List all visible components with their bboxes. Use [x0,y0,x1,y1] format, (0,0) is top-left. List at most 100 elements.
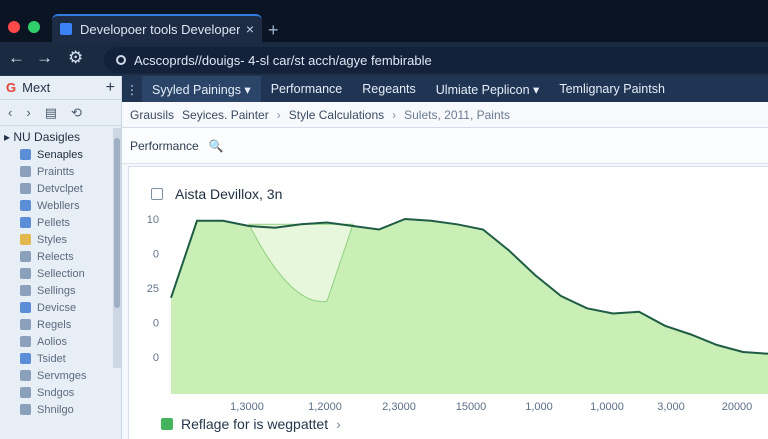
file-icon [20,183,31,194]
forward-icon[interactable]: → [36,48,53,68]
tree-item-label: Sellings [37,284,76,297]
x-tick-label: 1,2000 [308,401,342,413]
performance-label: Performance [130,138,199,153]
tree-item[interactable]: Shnilgo [0,401,121,418]
tree-item[interactable]: Relects [0,248,121,265]
legend-label: Reflage for is wegpattet [181,416,329,432]
tree-item-label: Senaples [37,148,83,161]
breadcrumb-separator: › [276,107,281,122]
file-icon [20,387,31,398]
tree-item-label: Sndgos [37,386,75,399]
browser-titlebar: Developoer tools Developert tt × + [0,0,768,42]
sidebar-scrollbar[interactable] [113,128,121,368]
more-tabs-icon[interactable]: ⋮ [122,82,142,97]
file-icon [20,268,31,279]
file-icon [20,217,31,228]
breadcrumb-item[interactable]: Seyices. Painter [182,108,269,122]
tree-item[interactable]: Aolios [0,333,121,350]
tree-item[interactable]: Regels [0,316,121,333]
tree-item-label: Sellection [37,267,85,280]
tree-item[interactable]: Webllers [0,197,121,214]
tree-item[interactable]: Detvclpet [0,180,121,197]
tree-item[interactable]: Tsidet [0,350,121,367]
file-icon [20,234,31,245]
tree-item[interactable]: Servmges [0,367,121,384]
file-icon [20,285,31,296]
file-icon [20,166,31,177]
tree-item-label: Relects [37,250,74,263]
x-tick-label: 1,000 [525,401,553,413]
chevron-right-icon[interactable]: › [336,416,341,432]
file-icon [20,404,31,415]
tree-item[interactable]: Sellings [0,282,121,299]
chevron-left-icon[interactable]: ‹ [8,105,12,120]
chevron-right-icon[interactable]: › [26,105,30,120]
file-tree: Senaples Praintts Detvclpet Webllers Pellets… [0,146,121,418]
tree-item[interactable]: Senaples [0,146,121,163]
panel-tabs: ⋮ Syyled Painings ▾ Performance Regeants… [122,76,768,102]
new-tab-button[interactable]: + [268,20,279,41]
devtools-panel: G Mext + ‹ › ▤ ⟲ ▸ NU Dasigles Senaples P… [0,76,768,439]
panel-icon[interactable]: ▤ [45,105,57,121]
file-icon [20,336,31,347]
refresh-icon[interactable]: ⟲ [71,105,82,121]
tree-root[interactable]: ▸ NU Dasigles [0,126,121,146]
tab-title: Developoer tools Developert tt [80,21,240,37]
sidebar-title: Mext [22,80,51,95]
breadcrumb-item[interactable]: Sulets, 2011, Paints [404,108,510,122]
google-logo-icon: G [6,80,17,95]
chart-checkbox[interactable] [151,188,163,200]
y-tick-label: 0 [153,249,159,261]
tab-regeants[interactable]: Regeants [352,76,426,102]
chart-checkbox-row[interactable]: Aista Devillox, 3n [151,186,282,202]
url-text: Acscoprds//douigs- 4-sl car/st acch/agye… [134,52,432,68]
tab-temlignary-paintsh[interactable]: Temlignary Paintsh [549,76,675,102]
tab-close-icon[interactable]: × [246,21,254,37]
back-icon[interactable]: ← [8,48,25,68]
devtools-favicon-icon [60,23,72,35]
tree-root-label: NU Dasigles [13,130,81,144]
tree-item-label: Shnilgo [37,403,74,416]
chart-title: Aista Devillox, 3n [175,186,283,202]
tree-item[interactable]: Sndgos [0,384,121,401]
y-tick-label: 25 [147,283,159,295]
tree-item-label: Praintts [37,165,75,178]
tab-performance[interactable]: Performance [261,76,353,102]
close-window-button[interactable] [8,21,20,33]
file-icon [20,353,31,364]
tab-ulmiate-peplicon[interactable]: Ulmiate Peplicon ▾ [426,76,550,102]
tree-item[interactable]: Sellection [0,265,121,282]
sidebar-toolbar: ‹ › ▤ ⟲ [0,100,121,126]
chart-legend[interactable]: Reflage for is wegpattet › [161,416,341,432]
file-icon [20,251,31,262]
scrollbar-thumb[interactable] [114,138,120,308]
browser-tab[interactable]: Developoer tools Developert tt × [52,14,262,42]
x-tick-label: 20000 [722,401,753,413]
file-icon [20,200,31,211]
tree-item[interactable]: Styles [0,231,121,248]
tree-item-label: Pellets [37,216,71,229]
breadcrumb-separator: › [392,107,397,122]
breadcrumb: Grausils Seyices. Painter › Style Calcul… [122,102,768,128]
tab-styled-paintings[interactable]: Syyled Painings ▾ [142,76,261,102]
search-icon[interactable]: 🔍 [209,139,224,153]
settings-gear-icon[interactable]: ⚙ [68,48,83,68]
breadcrumb-item[interactable]: Style Calculations [289,108,384,122]
site-info-icon[interactable] [116,55,126,65]
performance-toolbar: Performance 🔍 [122,128,768,164]
tree-item[interactable]: Praintts [0,163,121,180]
address-bar[interactable]: Acscoprds//douigs- 4-sl car/st acch/agye… [104,47,768,73]
x-tick-label: 2,3000 [382,401,416,413]
main-panel: ⋮ Syyled Painings ▾ Performance Regeants… [122,76,768,439]
add-icon[interactable]: + [106,79,115,97]
tree-item-label: Webllers [37,199,80,212]
sidebar-header: G Mext + [0,76,121,100]
tree-item[interactable]: Pellets [0,214,121,231]
tree-item[interactable]: Devicse [0,299,121,316]
legend-swatch [161,418,173,430]
maximize-window-button[interactable] [28,21,40,33]
breadcrumb-item[interactable]: Grausils [130,108,174,122]
x-tick-label: 3,000 [657,401,685,413]
tree-item-label: Styles [37,233,67,246]
x-tick-label: 15000 [456,401,487,413]
